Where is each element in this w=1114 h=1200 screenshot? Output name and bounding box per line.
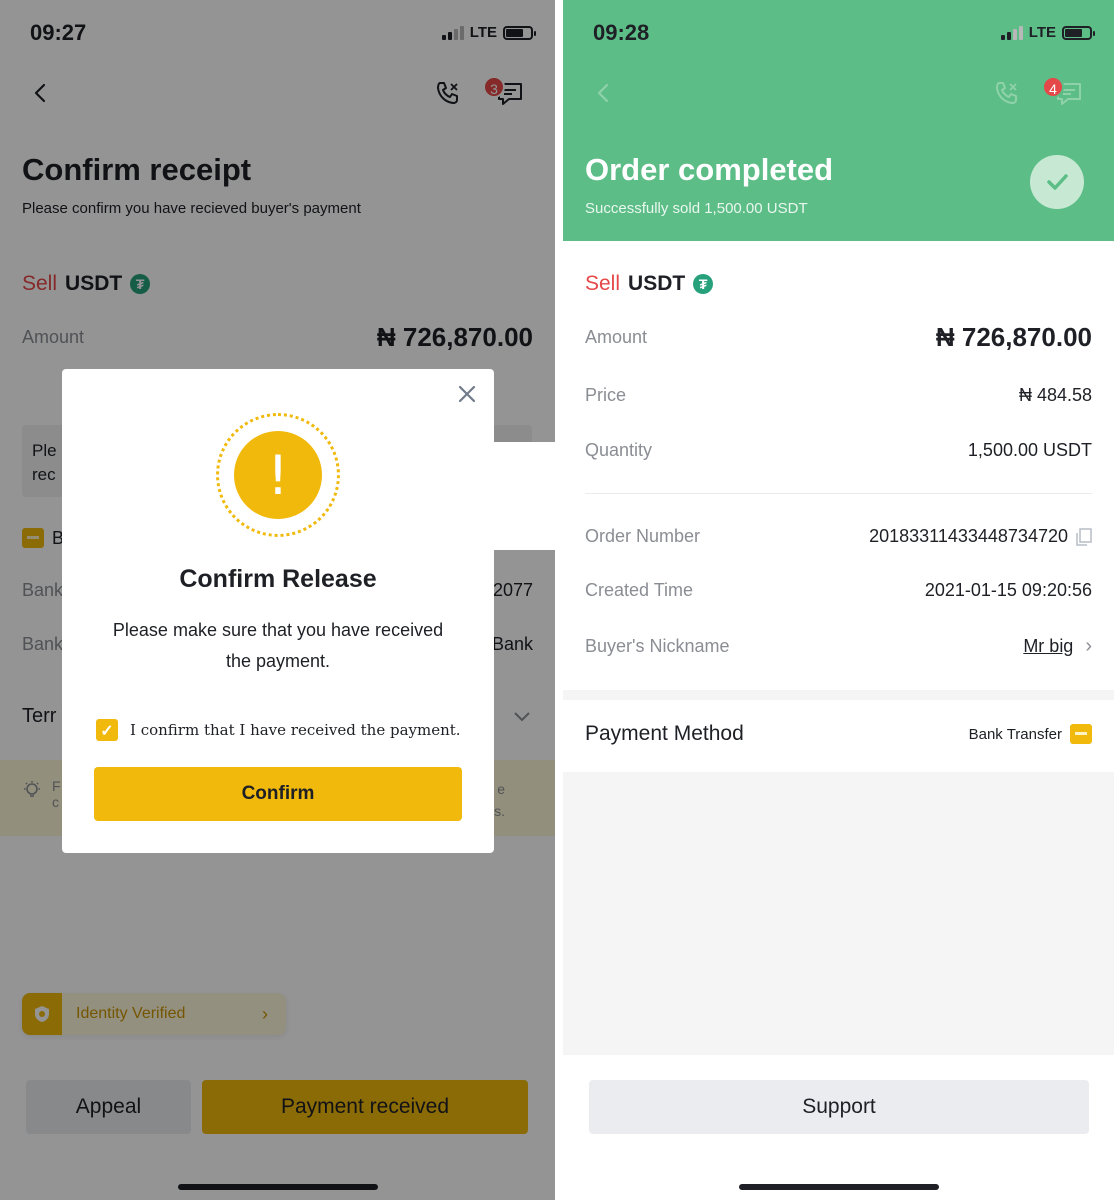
- confirm-button[interactable]: Confirm: [94, 767, 462, 821]
- chevron-right-icon: ›: [1085, 635, 1092, 657]
- confirm-checkbox-row[interactable]: ✓ I confirm that I have received the pay…: [96, 719, 461, 741]
- sell-label: Sell: [585, 272, 621, 295]
- amount-row: Amount ₦ 726,870.00: [585, 322, 1092, 353]
- buyer-nickname-row[interactable]: Buyer's Nickname Mr big ›: [585, 635, 1092, 658]
- empty-area: [563, 772, 1114, 1055]
- payment-method-label: Payment Method: [585, 722, 744, 745]
- copy-icon[interactable]: [1076, 527, 1092, 546]
- status-time: 09:28: [593, 20, 650, 45]
- checkbox[interactable]: ✓: [96, 719, 118, 741]
- trade-side: Sell USDT ₮: [585, 272, 714, 296]
- page-title: Order completed: [585, 152, 834, 187]
- dialog-title: Confirm Release: [179, 565, 377, 593]
- bank-card-icon: [1070, 724, 1092, 744]
- row-label: Amount: [585, 327, 648, 347]
- checkbox-label: I confirm that I have received the payme…: [130, 721, 461, 739]
- support-button[interactable]: Support: [589, 1080, 1089, 1134]
- order-number-value: 20183311433448734720: [869, 526, 1068, 546]
- row-value: 2021-01-15 09:20:56: [924, 580, 1092, 600]
- section-gap: [563, 690, 1114, 700]
- confirm-release-dialog: ! Confirm Release Please make sure that …: [62, 369, 494, 853]
- row-label: Buyer's Nickname: [585, 636, 730, 656]
- overlay-artifact: [494, 442, 555, 550]
- divider: [585, 493, 1092, 494]
- page-subtitle: Successfully sold 1,500.00 USDT: [585, 200, 808, 217]
- battery-icon: [1062, 25, 1095, 40]
- row-label: Order Number: [585, 526, 701, 546]
- home-indicator[interactable]: [738, 1184, 939, 1190]
- row-label: Quantity: [585, 440, 653, 460]
- order-completed-screen: 09:28 LTE 4 Order completed Successfully…: [563, 0, 1114, 1200]
- back-icon[interactable]: [589, 78, 619, 108]
- chat-button[interactable]: 4: [1042, 76, 1084, 108]
- payment-method-row: Payment Method Bank Transfer: [585, 722, 1092, 746]
- network-label: LTE: [1028, 24, 1056, 41]
- row-label: Created Time: [585, 580, 694, 600]
- chat-badge: 4: [1042, 76, 1064, 98]
- tether-icon: ₮: [693, 274, 714, 294]
- screen-divider: [555, 0, 563, 1200]
- checkmark-icon: [1030, 155, 1084, 209]
- row-value: ₦ 484.58: [1018, 385, 1092, 405]
- status-bar: 09:28 LTE: [563, 18, 1114, 50]
- phone-icon[interactable]: [992, 78, 1022, 108]
- dialog-body: Please make sure that you have received …: [112, 620, 444, 671]
- row-value: ₦ 726,870.00: [935, 322, 1092, 352]
- nav-bar: 4: [563, 70, 1114, 118]
- order-number-row: Order Number 20183311433448734720: [585, 526, 1092, 547]
- buyer-nickname-link[interactable]: Mr big: [1023, 636, 1073, 657]
- confirm-receipt-screen: 09:27 LTE 3 Confirm receipt Please confi…: [0, 0, 555, 1200]
- close-icon[interactable]: [456, 383, 478, 405]
- row-value: 1,500.00 USDT: [967, 440, 1092, 460]
- payment-method-value: Bank Transfer: [968, 725, 1062, 743]
- exclamation-icon: !: [234, 431, 322, 519]
- row-label: Price: [585, 385, 627, 405]
- warning-ring: !: [216, 413, 340, 537]
- asset-label: USDT: [628, 272, 686, 295]
- price-row: Price ₦ 484.58: [585, 385, 1092, 406]
- quantity-row: Quantity 1,500.00 USDT: [585, 440, 1092, 461]
- created-time-row: Created Time 2021-01-15 09:20:56: [585, 580, 1092, 601]
- signal-icon: [1000, 25, 1023, 40]
